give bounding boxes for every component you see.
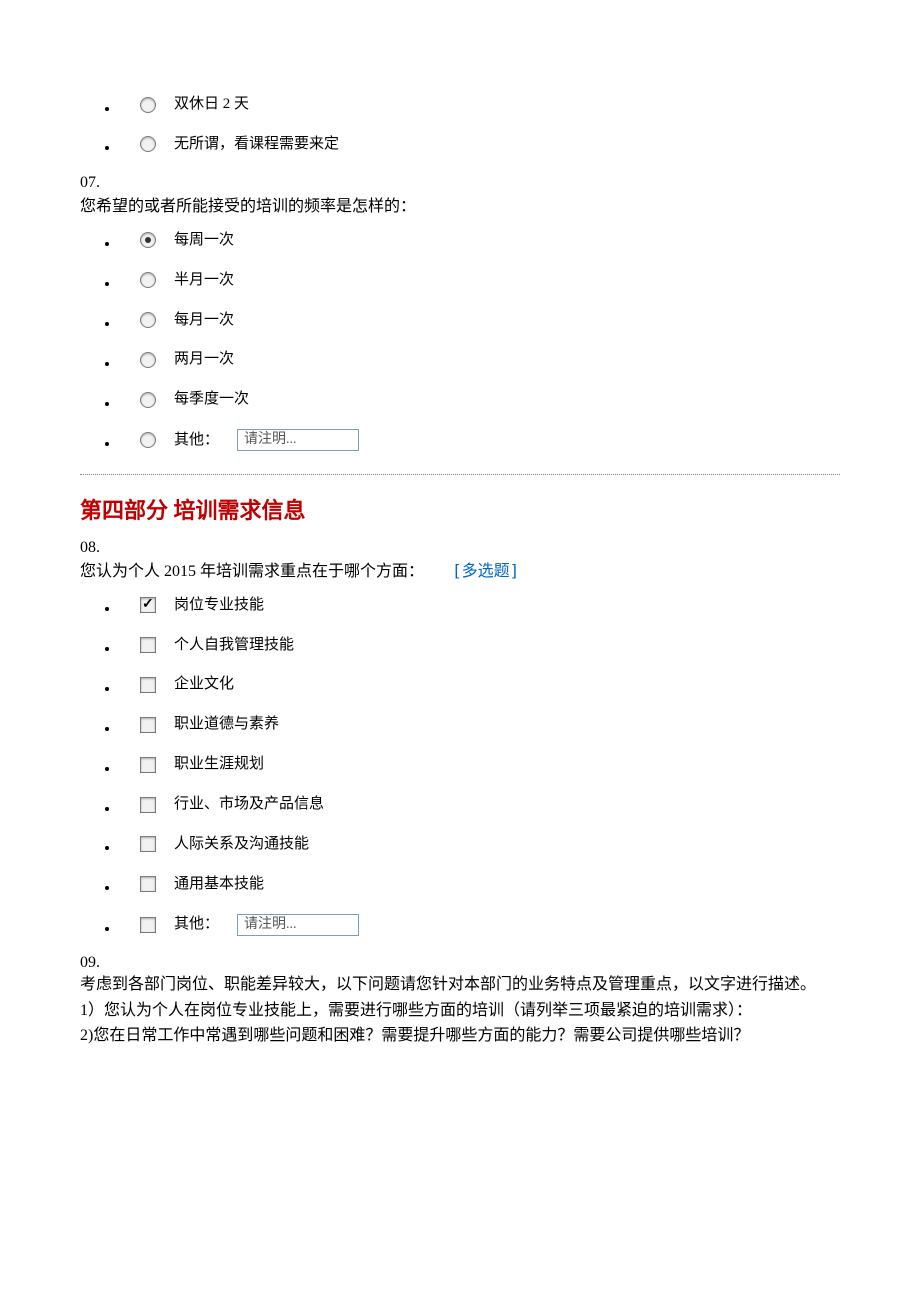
radio-icon[interactable]	[140, 97, 156, 113]
q06-options-tail: 双休日 2 天 无所谓，看课程需要来定	[80, 94, 840, 160]
list-item: 行业、市场及产品信息	[120, 794, 840, 820]
list-item: 每季度一次	[120, 389, 840, 415]
list-item: 人际关系及沟通技能	[120, 834, 840, 860]
list-item: 通用基本技能	[120, 874, 840, 900]
list-item: 其他： 请注明...	[120, 429, 840, 455]
option-label: 行业、市场及产品信息	[174, 794, 324, 815]
list-item: 企业文化	[120, 674, 840, 700]
option-label: 人际关系及沟通技能	[174, 834, 309, 855]
multi-choice-hint: [多选题]	[452, 561, 519, 580]
q09-line1: 考虑到各部门岗位、职能差异较大，以下问题请您针对本部门的业务特点及管理重点，以文…	[80, 972, 840, 998]
option-label: 通用基本技能	[174, 874, 264, 895]
question-text: 您认为个人 2015 年培训需求重点在于哪个方面： [多选题]	[80, 557, 840, 581]
question-number: 07.	[80, 174, 840, 192]
list-item: 半月一次	[120, 270, 840, 296]
radio-icon[interactable]	[140, 352, 156, 368]
option-other-label: 其他：	[174, 430, 219, 451]
radio-icon[interactable]	[140, 392, 156, 408]
option-label: 职业道德与素养	[174, 714, 279, 735]
list-item: 职业生涯规划	[120, 754, 840, 780]
list-item: 职业道德与素养	[120, 714, 840, 740]
list-item: 其他： 请注明...	[120, 914, 840, 940]
checkbox-icon[interactable]	[140, 677, 156, 693]
option-label: 企业文化	[174, 674, 234, 695]
section-title: 第四部分 培训需求信息	[80, 493, 840, 525]
other-input[interactable]: 请注明...	[237, 429, 359, 451]
option-label: 半月一次	[174, 270, 234, 291]
list-item: 无所谓，看课程需要来定	[120, 134, 840, 160]
checkbox-icon[interactable]	[140, 797, 156, 813]
q07-options: 每周一次 半月一次 每月一次 两月一次 每季度一次 其他： 请注明...	[80, 230, 840, 456]
checkbox-icon[interactable]	[140, 757, 156, 773]
option-other-label: 其他：	[174, 914, 219, 935]
list-item: 每周一次	[120, 230, 840, 256]
question-text-main: 您认为个人 2015 年培训需求重点在于哪个方面：	[80, 563, 424, 580]
list-item: 双休日 2 天	[120, 94, 840, 120]
divider	[80, 474, 840, 475]
radio-icon[interactable]	[140, 312, 156, 328]
option-label: 岗位专业技能	[174, 595, 264, 616]
radio-icon[interactable]	[140, 136, 156, 152]
checkbox-icon[interactable]	[140, 637, 156, 653]
list-item: 个人自我管理技能	[120, 635, 840, 661]
checkbox-icon[interactable]	[140, 597, 156, 613]
option-label: 个人自我管理技能	[174, 635, 294, 656]
other-input[interactable]: 请注明...	[237, 914, 359, 936]
option-label: 无所谓，看课程需要来定	[174, 134, 339, 155]
list-item: 岗位专业技能	[120, 595, 840, 621]
option-label: 两月一次	[174, 349, 234, 370]
list-item: 每月一次	[120, 310, 840, 336]
list-item: 两月一次	[120, 349, 840, 375]
q09-line2: 1）您认为个人在岗位专业技能上，需要进行哪些方面的培训（请列举三项最紧迫的培训需…	[80, 998, 840, 1024]
checkbox-icon[interactable]	[140, 717, 156, 733]
q09-line3: 2)您在日常工作中常遇到哪些问题和困难？需要提升哪些方面的能力？需要公司提供哪些…	[80, 1023, 840, 1049]
checkbox-icon[interactable]	[140, 917, 156, 933]
checkbox-icon[interactable]	[140, 836, 156, 852]
question-number: 08.	[80, 539, 840, 557]
q08-options: 岗位专业技能 个人自我管理技能 企业文化 职业道德与素养 职业生涯规划 行业、市…	[80, 595, 840, 941]
option-label: 职业生涯规划	[174, 754, 264, 775]
option-label: 每月一次	[174, 310, 234, 331]
question-text: 您希望的或者所能接受的培训的频率是怎样的：	[80, 192, 840, 216]
radio-icon[interactable]	[140, 232, 156, 248]
option-label: 双休日 2 天	[174, 94, 249, 115]
option-label: 每季度一次	[174, 389, 249, 410]
question-number: 09.	[80, 954, 840, 972]
radio-icon[interactable]	[140, 272, 156, 288]
checkbox-icon[interactable]	[140, 876, 156, 892]
radio-icon[interactable]	[140, 432, 156, 448]
option-label: 每周一次	[174, 230, 234, 251]
